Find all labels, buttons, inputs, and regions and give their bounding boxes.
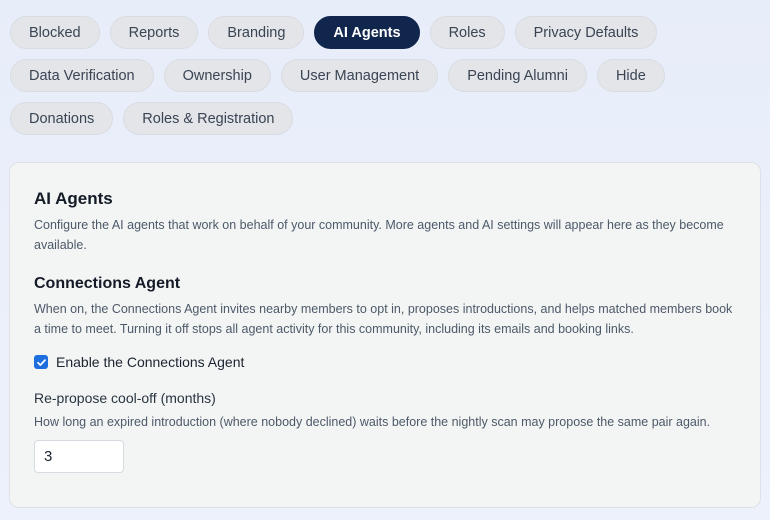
enable-agent-label[interactable]: Enable the Connections Agent [56,354,244,370]
cooloff-months-input[interactable] [34,440,124,473]
tab-user-management[interactable]: User Management [280,59,439,92]
settings-tabs: Blocked Reports Branding AI Agents Roles… [10,16,760,135]
tab-roles[interactable]: Roles [429,16,505,49]
tab-roles-registration[interactable]: Roles & Registration [123,102,294,135]
tab-ai-agents[interactable]: AI Agents [314,16,420,49]
tab-blocked[interactable]: Blocked [10,16,100,49]
tab-branding[interactable]: Branding [208,16,305,49]
connections-agent-description: When on, the Connections Agent invites n… [34,302,733,336]
enable-agent-checkbox[interactable] [34,355,48,369]
panel-title: AI Agents [34,189,113,208]
tab-data-verification[interactable]: Data Verification [10,59,154,92]
tab-donations[interactable]: Donations [10,102,114,135]
tab-privacy-defaults[interactable]: Privacy Defaults [514,16,658,49]
checkmark-icon [36,358,46,366]
tab-hide[interactable]: Hide [596,59,665,92]
tab-ownership[interactable]: Ownership [163,59,271,92]
tab-reports[interactable]: Reports [109,16,199,49]
enable-agent-row: Enable the Connections Agent [34,354,736,370]
cooloff-description: How long an expired introduction (where … [34,415,711,429]
cooloff-label: Re-propose cool-off (months) [34,390,216,406]
ai-agents-panel: AI Agents Configure the AI agents that w… [9,162,761,508]
connections-agent-title: Connections Agent [34,275,181,292]
panel-description: Configure the AI agents that work on beh… [34,218,724,252]
tab-pending-alumni[interactable]: Pending Alumni [448,59,587,92]
